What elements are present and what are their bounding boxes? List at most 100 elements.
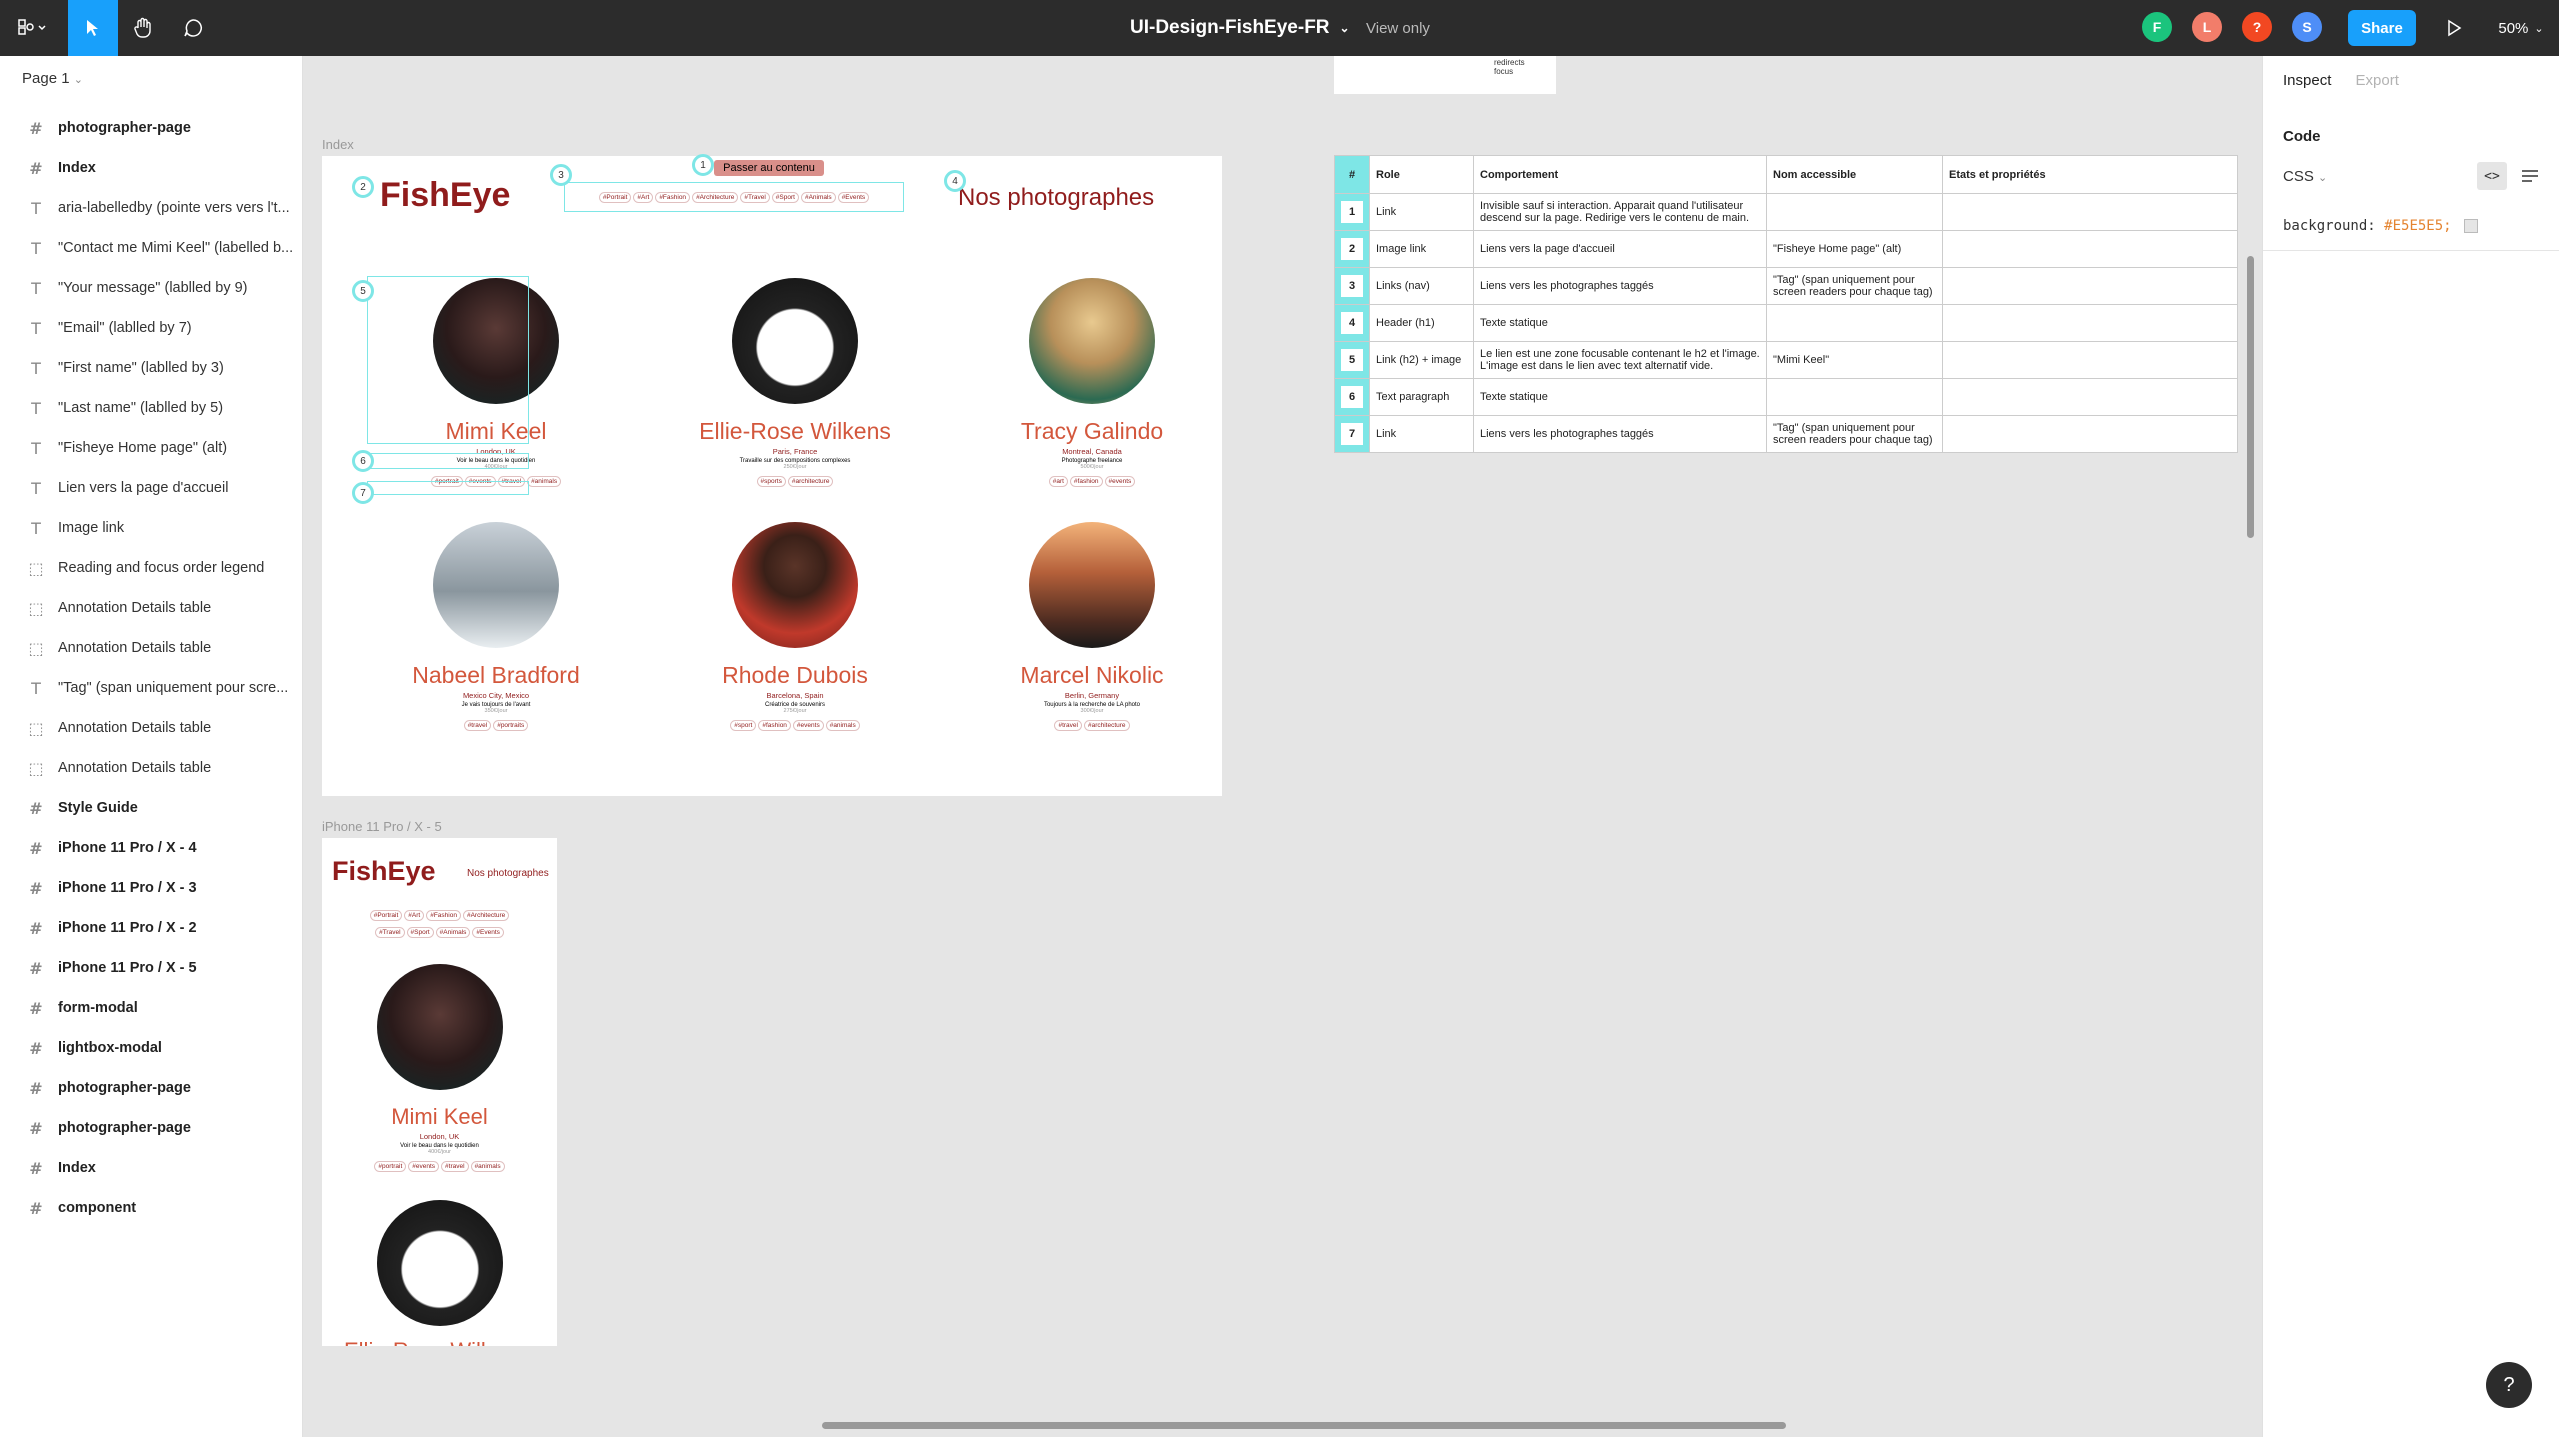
logo[interactable]: FishEye <box>380 176 510 215</box>
skip-link[interactable]: Passer au contenu <box>714 160 824 176</box>
nav-tag-link[interactable]: #Sport <box>771 191 799 203</box>
tag-link[interactable]: #fashion <box>758 720 791 731</box>
tag-link[interactable]: #travel <box>441 1161 469 1172</box>
avatar[interactable]: L <box>2192 12 2222 42</box>
photographer-name[interactable]: Tracy Galindo <box>992 418 1192 445</box>
file-title[interactable]: UI-Design-FishEye-FR ⌄ <box>1130 0 1350 56</box>
avatar[interactable]: F <box>2142 12 2172 42</box>
layer-item[interactable]: # Index <box>0 148 303 188</box>
layer-item[interactable]: ⬚ Annotation Details table <box>0 588 303 628</box>
nav-tag-link[interactable]: #Animals <box>435 927 471 938</box>
nav-tag-link[interactable]: #Travel <box>375 927 405 938</box>
photographer-card[interactable]: Rhode Dubois Barcelona, Spain Créatrice de… <box>695 522 895 732</box>
tab-export[interactable]: Export <box>2356 72 2399 89</box>
layer-item[interactable]: ⬚ Reading and focus order legend <box>0 548 303 588</box>
code-view-toggle[interactable]: <> <box>2477 162 2507 190</box>
tag-link[interactable]: #animals <box>470 1161 505 1172</box>
vertical-scrollbar[interactable] <box>2247 256 2254 538</box>
layer-item[interactable]: ⬚ Annotation Details table <box>0 708 303 748</box>
frame-label-phone[interactable]: iPhone 11 Pro / X - 5 <box>322 819 442 834</box>
nav-tag-link[interactable]: #Animals <box>800 191 836 203</box>
photographer-name[interactable]: Marcel Nikolic <box>992 662 1192 689</box>
tag-link[interactable]: #animals <box>527 476 562 487</box>
tag-link[interactable]: #events <box>1104 476 1136 487</box>
layer-item[interactable]: T "Email" (lablled by 7) <box>0 308 303 348</box>
tag-link[interactable]: #portrait <box>374 1161 407 1172</box>
layer-item[interactable]: Taria-labelledby (pointe vers vers l't..… <box>0 188 303 228</box>
index-frame[interactable]: FishEye Passer au contenu #Portrait #Art #… <box>322 154 1222 796</box>
nav-tag-link[interactable]: #Fashion <box>655 191 691 203</box>
avatar[interactable]: ? <box>2242 12 2272 42</box>
layer-item[interactable]: T Lien vers la page d'accueil <box>0 468 303 508</box>
nav-tag-link[interactable]: #Architecture <box>462 910 510 921</box>
tag-link[interactable]: #events <box>792 720 824 731</box>
tag-link[interactable]: #animals <box>825 720 860 731</box>
tag-link[interactable]: #events <box>408 1161 440 1172</box>
layer-item[interactable]: # iPhone 11 Pro / X - 4 <box>0 828 303 868</box>
layer-item[interactable]: # component <box>0 1188 303 1228</box>
tag-link[interactable]: #fashion <box>1069 476 1103 487</box>
tag-link[interactable]: #sports <box>756 476 786 487</box>
tag-link[interactable]: #sport <box>730 720 757 731</box>
tag-link[interactable]: #architecture <box>1083 720 1130 731</box>
avatar[interactable]: S <box>2292 12 2322 42</box>
photographer-card[interactable]: Marcel Nikolic Berlin, Germany Toujours à … <box>992 522 1192 732</box>
layer-item[interactable]: # form-modal <box>0 988 303 1028</box>
hand-tool-button[interactable] <box>118 0 168 56</box>
nav-tag-link[interactable]: #Fashion <box>426 910 461 921</box>
nav-tag-link[interactable]: #Architecture <box>692 191 739 203</box>
help-button[interactable]: ? <box>2486 1362 2532 1408</box>
layer-item[interactable]: T "Last name" (lablled by 5) <box>0 388 303 428</box>
phone-frame[interactable]: FishEye Nos photographes #Portrait #Art #F… <box>322 838 557 1346</box>
layer-item[interactable]: T Image link <box>0 508 303 548</box>
frame-label-index[interactable]: Index <box>322 137 354 152</box>
logo[interactable]: FishEye <box>332 856 436 887</box>
move-tool-button[interactable] <box>68 0 118 56</box>
photographer-card[interactable]: Ellie-Rose Wilkens Paris, France Travaille… <box>695 278 895 488</box>
nav-tag-link[interactable]: #Portrait <box>598 191 632 203</box>
list-view-toggle[interactable] <box>2515 162 2545 190</box>
layer-item[interactable]: ⬚ Annotation Details table <box>0 748 303 788</box>
layer-item[interactable]: # photographer-page <box>0 1108 303 1148</box>
layer-item[interactable]: # iPhone 11 Pro / X - 2 <box>0 908 303 948</box>
tab-inspect[interactable]: Inspect <box>2283 72 2331 89</box>
comment-tool-button[interactable] <box>168 0 218 56</box>
tag-link[interactable]: #travel <box>1054 720 1082 731</box>
photographer-card[interactable]: Mimi Keel London, UK Voir le beau dans l… <box>322 964 557 1173</box>
layer-item[interactable]: T "Fisheye Home page" (alt) <box>0 428 303 468</box>
nav-tag-link[interactable]: #Sport <box>406 927 434 938</box>
layer-item[interactable]: T "Tag" (span uniquement pour scre... <box>0 668 303 708</box>
tag-link[interactable]: #portraits <box>493 720 529 731</box>
photographer-name[interactable]: Ellie-Rose Wilkens <box>695 418 895 445</box>
tag-link[interactable]: #art <box>1048 476 1068 487</box>
nav-tag-link[interactable]: #Events <box>837 191 870 203</box>
layer-item[interactable]: T "Contact me Mimi Keel" (labelled b... <box>0 228 303 268</box>
tag-link[interactable]: #travel <box>463 720 492 731</box>
zoom-menu[interactable]: 50% ⌄ <box>2490 0 2552 56</box>
photographer-name[interactable]: Ellie-Rose Wilk <box>344 1338 492 1346</box>
code-language-select[interactable]: CSS ⌄ <box>2283 168 2327 185</box>
layer-item[interactable]: # photographer-page <box>0 1068 303 1108</box>
layer-item[interactable]: # iPhone 11 Pro / X - 3 <box>0 868 303 908</box>
main-menu-button[interactable] <box>8 0 60 56</box>
layer-item[interactable]: # Style Guide <box>0 788 303 828</box>
page-selector[interactable]: Page 1 ⌄ <box>22 70 83 87</box>
layer-item[interactable]: ⬚ Annotation Details table <box>0 628 303 668</box>
photographer-name[interactable]: Mimi Keel <box>322 1104 557 1130</box>
tag-link[interactable]: #architecture <box>787 476 834 487</box>
nav-tag-link[interactable]: #Portrait <box>369 910 403 921</box>
present-button[interactable] <box>2434 0 2474 56</box>
layer-item[interactable]: # photographer-page <box>0 108 303 148</box>
share-button[interactable]: Share <box>2348 10 2416 46</box>
nav-tag-link[interactable]: #Events <box>472 927 504 938</box>
layer-item[interactable]: # Index <box>0 1148 303 1188</box>
nav-tag-link[interactable]: #Art <box>404 910 425 921</box>
horizontal-scrollbar[interactable] <box>822 1422 1786 1429</box>
photographer-card[interactable]: Tracy Galindo Montreal, Canada Photographe… <box>992 278 1192 488</box>
layer-item[interactable]: # lightbox-modal <box>0 1028 303 1068</box>
nav-tag-link[interactable]: #Art <box>633 191 654 203</box>
layer-item[interactable]: T "Your message" (lablled by 9) <box>0 268 303 308</box>
photographer-name[interactable]: Nabeel Bradford <box>396 662 596 689</box>
layer-item[interactable]: # iPhone 11 Pro / X - 5 <box>0 948 303 988</box>
layer-item[interactable]: T "First name" (lablled by 3) <box>0 348 303 388</box>
